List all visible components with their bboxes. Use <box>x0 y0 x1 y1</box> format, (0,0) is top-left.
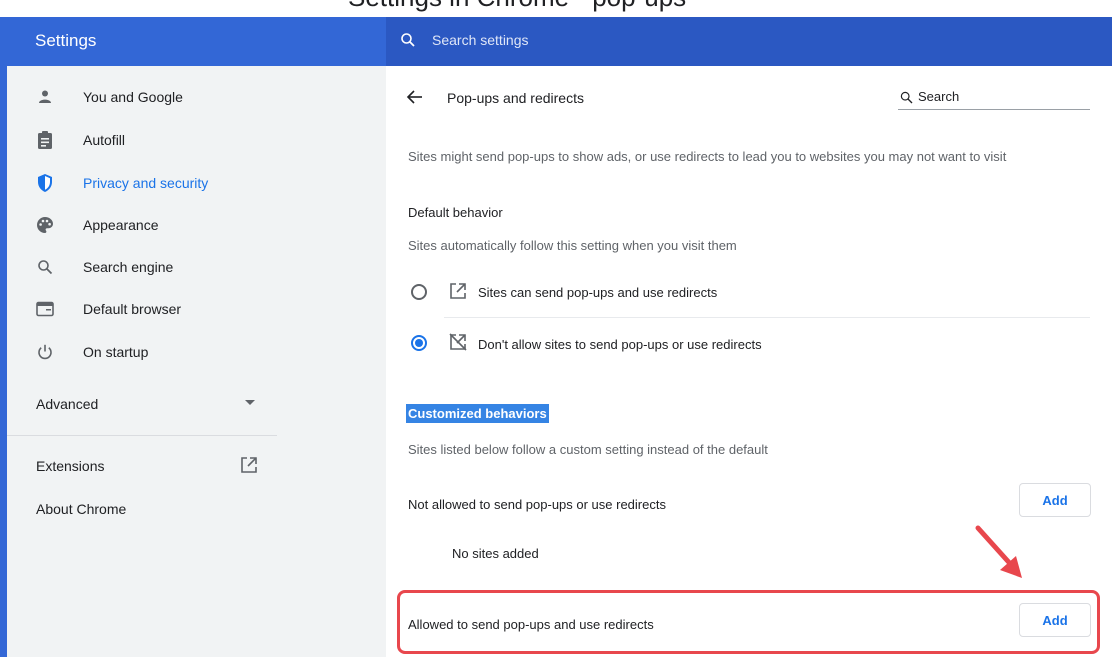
page-description: Sites might send pop-ups to show ads, or… <box>408 149 1007 164</box>
about-chrome-link[interactable]: About Chrome <box>36 501 126 517</box>
sidebar-item-you-and-google[interactable]: You and Google <box>7 77 277 117</box>
back-arrow-icon[interactable] <box>406 88 424 106</box>
radio-block-popups[interactable] <box>411 335 427 351</box>
advanced-toggle[interactable]: Advanced <box>36 396 98 412</box>
sidebar-item-label: Appearance <box>83 217 159 233</box>
sidebar-item-privacy-and-security[interactable]: Privacy and security <box>7 163 277 203</box>
header-brand: Settings <box>7 17 386 66</box>
sidebar: You and Google Autofill Privacy and secu… <box>7 66 386 657</box>
sidebar-item-label: You and Google <box>83 89 183 105</box>
shield-icon <box>35 173 55 193</box>
option-block-label[interactable]: Don't allow sites to send pop-ups or use… <box>478 337 762 352</box>
sidebar-item-label: Search engine <box>83 259 174 275</box>
page-title: Pop-ups and redirects <box>447 90 584 106</box>
annotation-arrow-icon <box>975 525 1022 578</box>
app-title: Settings <box>35 31 97 50</box>
sidebar-divider <box>7 435 277 436</box>
search-settings-input[interactable] <box>432 32 1032 48</box>
sidebar-item-appearance[interactable]: Appearance <box>7 205 277 245</box>
external-link-icon[interactable] <box>240 456 258 474</box>
radio-allow-popups[interactable] <box>411 284 427 300</box>
search-icon <box>401 33 415 47</box>
sidebar-item-label: On startup <box>83 344 149 360</box>
browser-window-icon <box>35 299 55 319</box>
extensions-link[interactable]: Extensions <box>36 458 104 474</box>
sidebar-item-search-engine[interactable]: Search engine <box>7 247 277 287</box>
customized-behaviors-heading: Customized behaviors <box>406 404 549 423</box>
caret-down-icon[interactable] <box>245 400 255 405</box>
default-behavior-heading: Default behavior <box>408 205 503 220</box>
default-behavior-subtitle: Sites automatically follow this setting … <box>408 238 737 253</box>
sidebar-item-label: Autofill <box>83 132 126 148</box>
sidebar-item-default-browser[interactable]: Default browser <box>7 289 277 329</box>
search-icon <box>900 91 913 104</box>
page-search-input[interactable] <box>918 89 1078 104</box>
sidebar-item-on-startup[interactable]: On startup <box>7 332 277 372</box>
popup-blocked-icon <box>449 333 467 351</box>
add-allowed-site-button[interactable]: Add <box>1019 603 1091 637</box>
no-sites-message: No sites added <box>452 546 539 561</box>
sidebar-item-label: Privacy and security <box>83 175 209 191</box>
header-search-bar <box>386 17 1112 66</box>
power-icon <box>35 342 55 362</box>
sidebar-item-label: Default browser <box>83 301 182 317</box>
open-in-new-icon <box>450 283 466 299</box>
not-allowed-label: Not allowed to send pop-ups or use redir… <box>408 497 666 512</box>
page-search[interactable] <box>898 82 1090 110</box>
customized-behaviors-subtitle: Sites listed below follow a custom setti… <box>408 442 768 457</box>
cropped-title: Settings in Chrome - pop-ups <box>348 0 686 13</box>
palette-icon <box>35 215 55 235</box>
search-icon <box>35 257 55 277</box>
person-icon <box>35 87 55 107</box>
clipboard-icon <box>35 130 55 150</box>
sidebar-item-autofill[interactable]: Autofill <box>7 120 277 160</box>
allowed-label: Allowed to send pop-ups and use redirect… <box>408 617 654 632</box>
option-allow-label[interactable]: Sites can send pop-ups and use redirects <box>478 285 717 300</box>
window-left-edge <box>0 0 7 657</box>
cropped-title-strip: Settings in Chrome - pop-ups <box>0 0 1112 17</box>
option-divider <box>444 317 1090 318</box>
add-blocked-site-button[interactable]: Add <box>1019 483 1091 517</box>
